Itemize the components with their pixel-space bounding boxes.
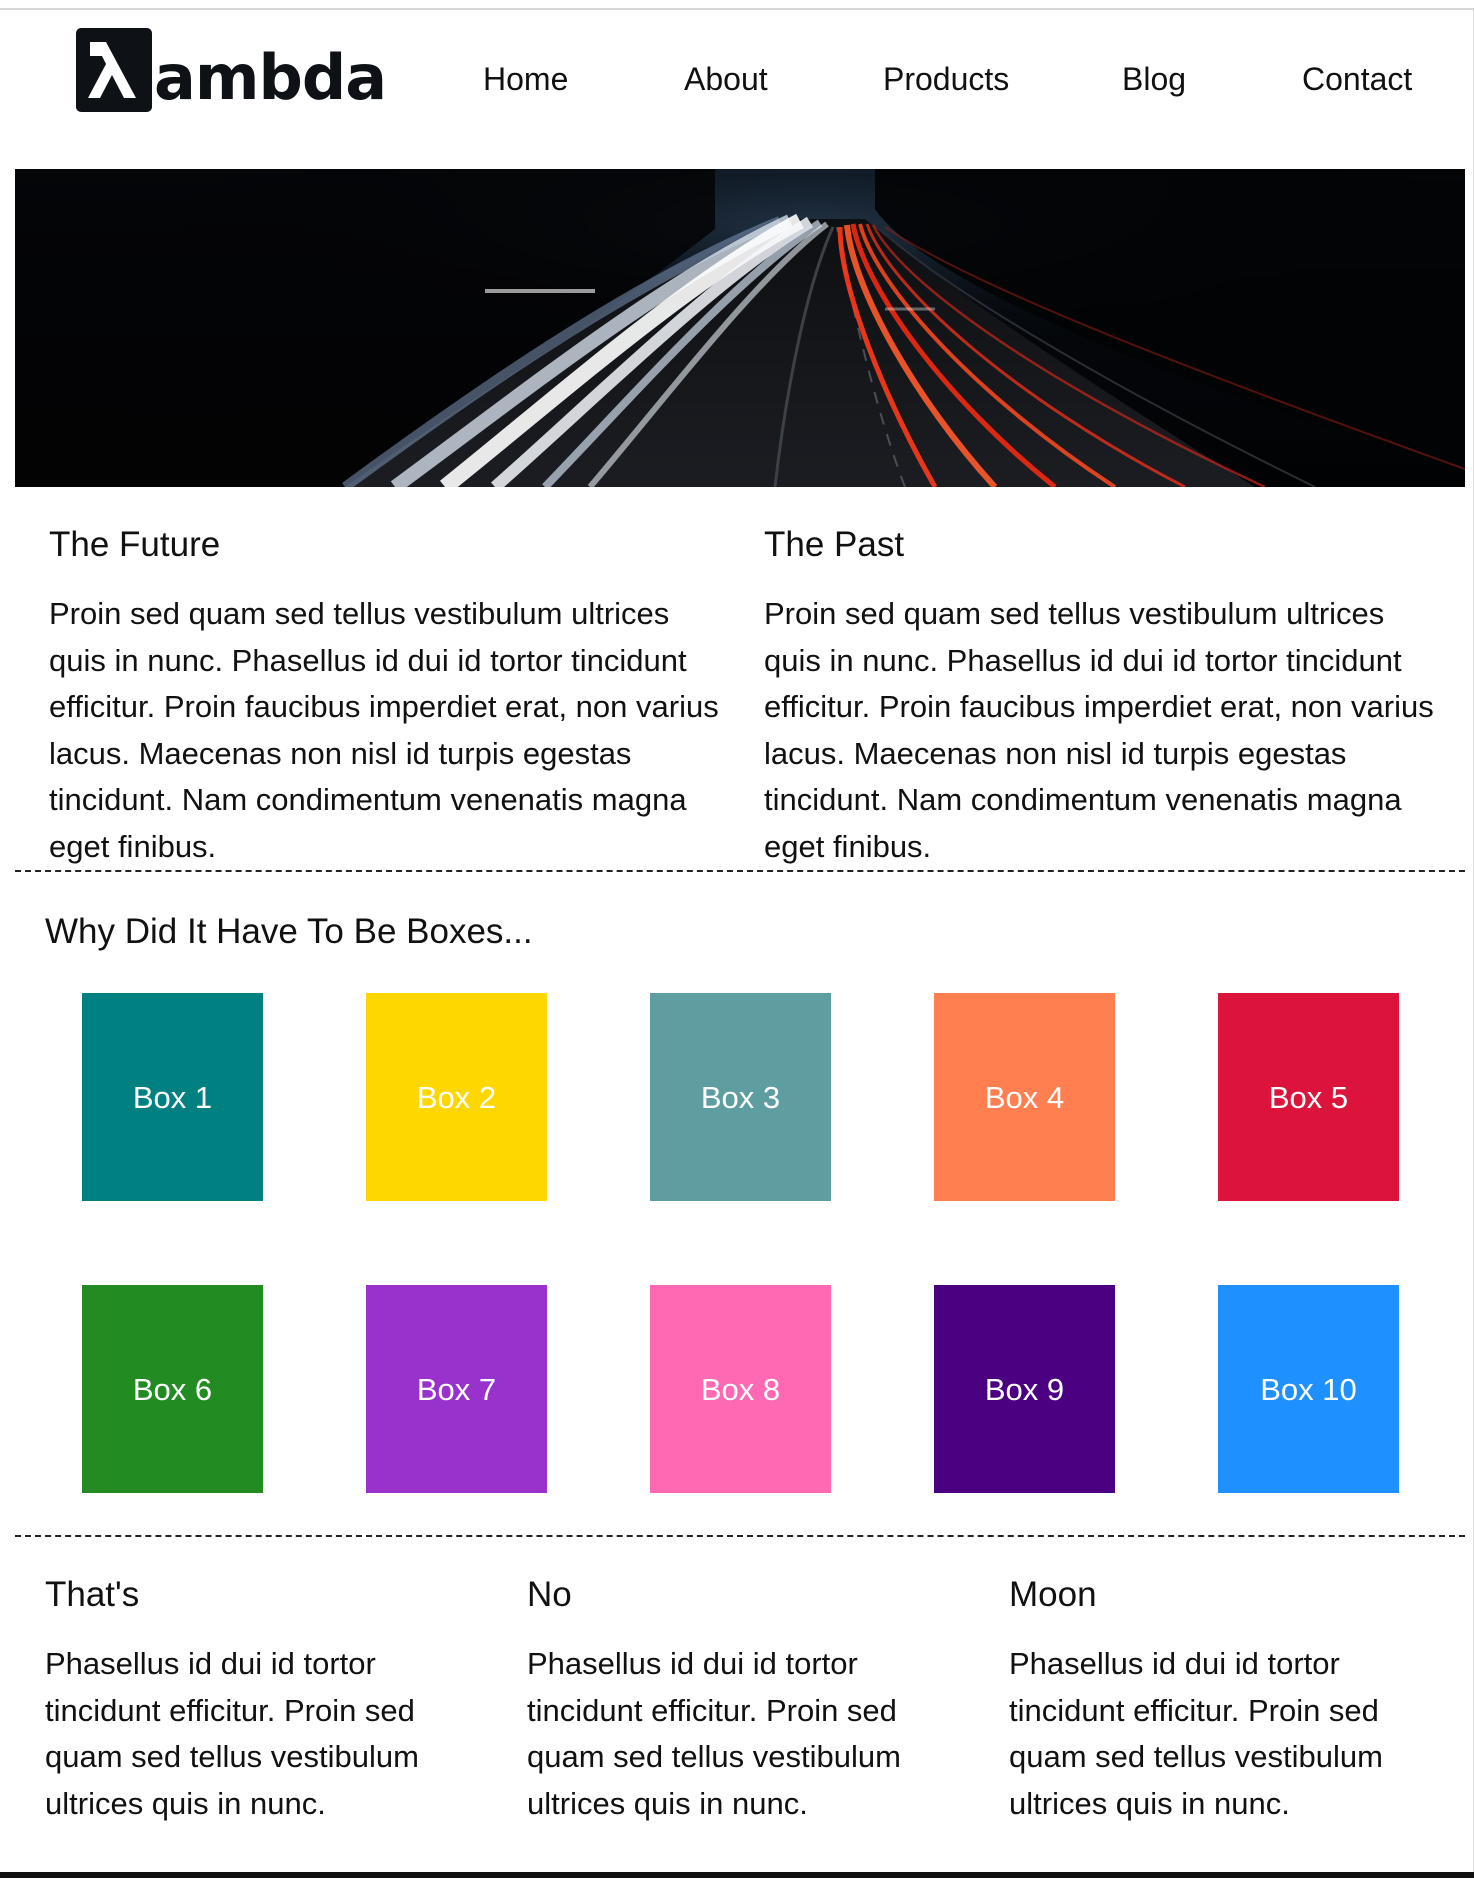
box-1-label: Box 1: [132, 1079, 213, 1115]
section-divider: [15, 870, 1465, 872]
past-heading: The Past: [764, 525, 905, 564]
box-4-label: Box 4: [984, 1079, 1065, 1115]
main-nav: Home About Products Blog Contact: [0, 55, 1474, 103]
moon-heading: Moon: [1009, 1575, 1097, 1614]
nav-contact-link[interactable]: Contact: [1302, 55, 1412, 103]
hero-image: [15, 169, 1465, 487]
site-header: ambda Home About Products Blog Contact: [0, 10, 1474, 160]
nav-blog-link[interactable]: Blog: [1122, 55, 1186, 103]
box-1[interactable]: Box 1: [82, 993, 263, 1201]
box-10[interactable]: Box 10: [1218, 1285, 1399, 1493]
box-9-label: Box 9: [984, 1371, 1065, 1407]
nav-home-link[interactable]: Home: [483, 55, 568, 103]
intro-column-future: The Future Proin sed quam sed tellus ves…: [49, 523, 729, 870]
box-8-label: Box 8: [700, 1371, 781, 1407]
nav-about-link[interactable]: About: [684, 55, 768, 103]
no-heading: No: [527, 1575, 572, 1614]
bottom-column-thats: That's Phasellus id dui id tortor tincid…: [45, 1573, 465, 1827]
intro-column-past: The Past Proin sed quam sed tellus vesti…: [764, 523, 1444, 870]
past-text: Proin sed quam sed tellus vestibulum ult…: [764, 596, 1434, 864]
no-text: Phasellus id dui id tortor tincidunt eff…: [527, 1646, 901, 1821]
box-2-label: Box 2: [416, 1079, 497, 1115]
thats-text: Phasellus id dui id tortor tincidunt eff…: [45, 1646, 419, 1821]
bottom-column-moon: Moon Phasellus id dui id tortor tincidun…: [1009, 1573, 1429, 1827]
thats-heading: That's: [45, 1575, 140, 1614]
box-8[interactable]: Box 8: [650, 1285, 831, 1493]
nav-products-link[interactable]: Products: [883, 55, 1009, 103]
box-6-label: Box 6: [132, 1371, 213, 1407]
page: ambda Home About Products Blog Contact T…: [0, 0, 1474, 1885]
bottom-column-no: No Phasellus id dui id tortor tincidunt …: [527, 1573, 947, 1827]
footer-border: [0, 1872, 1474, 1878]
future-text: Proin sed quam sed tellus vestibulum ult…: [49, 596, 719, 864]
box-3[interactable]: Box 3: [650, 993, 831, 1201]
box-5-label: Box 5: [1268, 1079, 1349, 1115]
box-9[interactable]: Box 9: [934, 1285, 1115, 1493]
box-10-label: Box 10: [1260, 1371, 1357, 1407]
box-7[interactable]: Box 7: [366, 1285, 547, 1493]
box-3-label: Box 3: [700, 1079, 781, 1115]
box-2[interactable]: Box 2: [366, 993, 547, 1201]
future-heading: The Future: [49, 525, 221, 564]
box-4[interactable]: Box 4: [934, 993, 1115, 1201]
box-6[interactable]: Box 6: [82, 1285, 263, 1493]
top-border: [0, 0, 1474, 10]
boxes-heading: Why Did It Have To Be Boxes...: [45, 912, 533, 951]
moon-text: Phasellus id dui id tortor tincidunt eff…: [1009, 1646, 1383, 1821]
box-5[interactable]: Box 5: [1218, 993, 1399, 1201]
section-divider: [15, 1535, 1465, 1537]
box-7-label: Box 7: [416, 1371, 497, 1407]
